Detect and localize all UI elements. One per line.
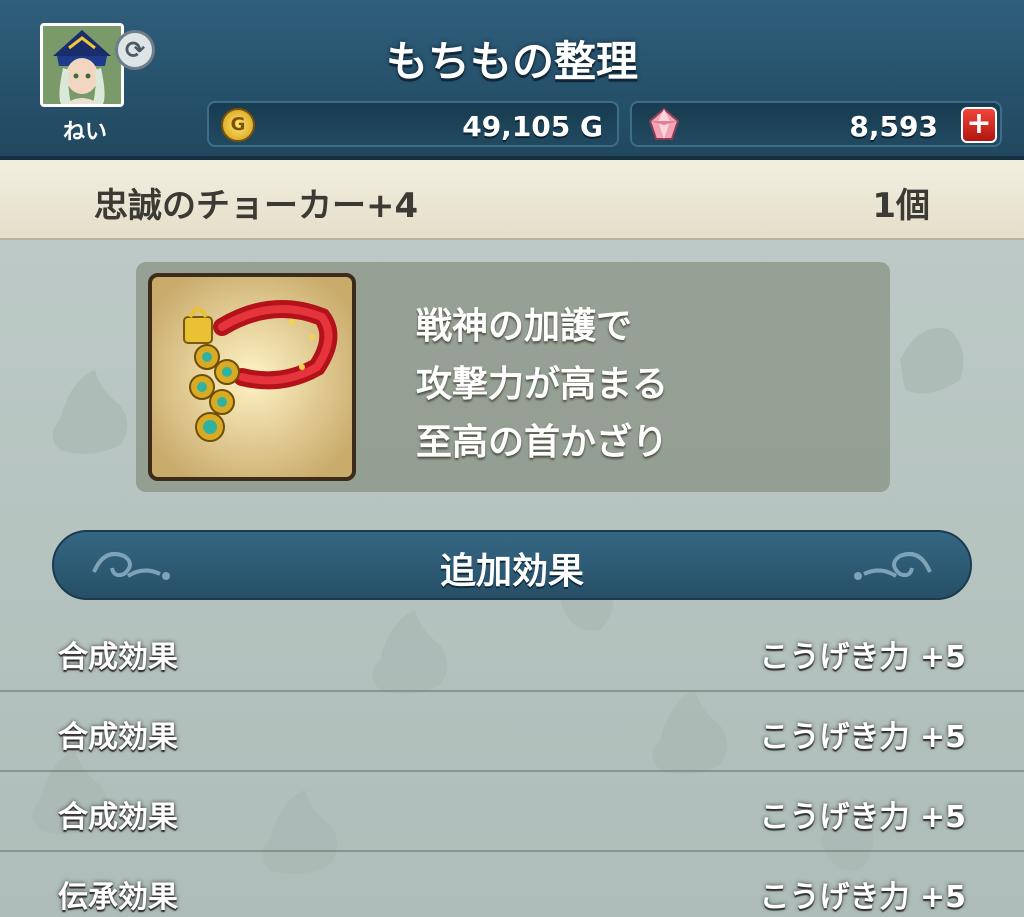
effect-name: 合成効果 (58, 720, 178, 755)
effect-name: 合成効果 (58, 800, 178, 835)
effect-value: こうげき力 +5 (759, 880, 966, 915)
effect-value: こうげき力 +5 (759, 640, 966, 675)
item-name: 忠誠のチョーカー+4 (94, 186, 419, 226)
description-line: 戦神の加護で (416, 306, 633, 347)
gem-bar: 8,593 + (630, 101, 1002, 147)
effect-row: 合成効果 こうげき力 +5 (0, 610, 1024, 692)
header-bar: ⟳ ねい もちもの整理 G 49,105 G 8,593 + (0, 0, 1024, 160)
description-line: 攻撃力が高まる (416, 364, 669, 405)
add-gem-button[interactable]: + (961, 107, 997, 143)
item-name-bar: 忠誠のチョーカー+4 1個 (0, 160, 1024, 240)
item-description: 戦神の加護で 攻撃力が高まる 至高の首かざり (416, 298, 668, 472)
effect-name: 伝承効果 (58, 880, 178, 915)
section-title: 追加効果 (439, 551, 584, 592)
scroll-ornament-icon (854, 552, 932, 580)
player-name: ねい (62, 120, 107, 145)
additional-effects-header: 追加効果 (52, 530, 972, 600)
effect-value: こうげき力 +5 (759, 800, 966, 835)
gold-coin-icon: G (221, 108, 255, 142)
effect-row: 合成効果 こうげき力 +5 (0, 770, 1024, 852)
description-line: 至高の首かざり (416, 422, 669, 463)
effect-row: 合成効果 こうげき力 +5 (0, 690, 1024, 772)
item-count: 1個 (872, 186, 930, 226)
choker-item-icon (148, 273, 356, 481)
gem-amount: 8,593 (849, 110, 938, 143)
page-title: もちもの整理 (385, 37, 638, 86)
effect-name: 合成効果 (58, 640, 178, 675)
gem-icon (648, 107, 680, 140)
gold-bar: G 49,105 G (207, 101, 619, 147)
effect-row: 伝承効果 こうげき力 +5 (0, 850, 1024, 917)
gold-amount: 49,105 G (462, 110, 603, 143)
effect-value: こうげき力 +5 (759, 720, 966, 755)
